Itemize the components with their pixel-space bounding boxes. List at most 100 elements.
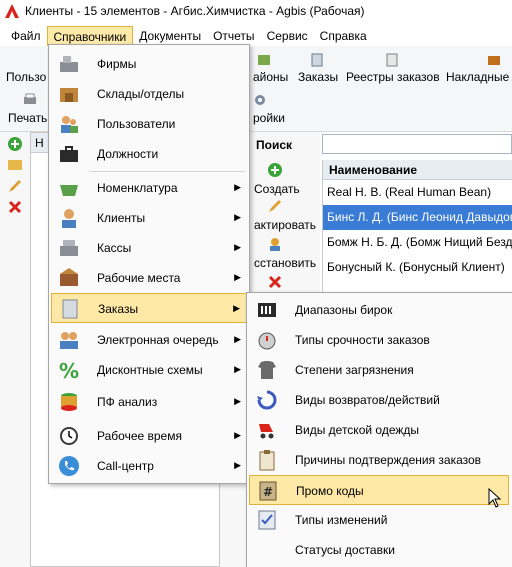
return-icon [257,390,277,410]
cash-register-icon [60,240,78,256]
table-row-selected[interactable]: Бинс Л. Д. (Бинс Леонид Давыдович) [323,205,512,230]
briefcase-icon [60,146,78,162]
districts-icon [258,55,270,65]
left-action-panel [0,132,30,567]
menu-item-nomenclature[interactable]: Номенклатура ▶ [51,173,247,203]
menu-item-warehouses[interactable]: Склады/отделы [51,79,247,109]
ribbon-districts[interactable]: айоны [253,70,288,84]
svg-text:#: # [263,485,273,499]
search-input[interactable] [322,134,512,154]
menu-bar: Файл Справочники Документы Отчеты Сервис… [0,26,512,46]
menu-item-clients[interactable]: Клиенты ▶ [51,203,247,233]
table-row[interactable]: Real H. B. (Real Human Bean) [323,180,512,205]
shirt-icon [258,361,276,379]
warehouse-icon [60,88,78,102]
submenu-arrow-icon: ▶ [234,460,241,470]
submenu-change-types[interactable]: Типы изменений [249,505,511,535]
add-icon[interactable] [7,136,23,152]
table-row[interactable]: Бомж Н. Б. Д. (Бомж Нищий Бездомный) [323,230,512,255]
submenu-tag-ranges[interactable]: Диапазоны бирок [249,295,511,325]
submenu-urgency-types[interactable]: Типы срочности заказов [249,325,511,355]
app-logo-icon [3,2,21,20]
edit-record-icon[interactable] [267,198,283,214]
menu-item-work-time[interactable]: Рабочее время ▶ [51,421,247,451]
restore-icon[interactable] [267,236,283,252]
clipboard-icon [259,450,275,471]
submenu-arrow-icon: ▶ [234,182,241,192]
edit-button[interactable]: актировать [254,218,316,232]
references-menu: Фирмы Склады/отделы Пользователи Должнос… [48,44,250,484]
basket-icon [60,185,78,196]
orders-icon [62,299,78,319]
firms-icon [60,56,78,72]
submenu-soiling-degrees[interactable]: Степени загрязнения [249,355,511,385]
mouse-cursor-icon [488,488,502,508]
menu-item-orders[interactable]: Заказы ▶ [51,293,247,323]
stroller-icon [259,424,274,439]
menu-item-call-center[interactable]: Call-центр ▶ [51,451,247,481]
window-title: Клиенты - 15 элементов - Агбис.Химчистка… [25,4,365,18]
ribbon-waybills[interactable]: Накладные [446,70,509,84]
client-icon [62,209,76,228]
menu-item-discount-schemes[interactable]: % Дисконтные схемы ▶ [51,355,247,385]
ribbon-settings[interactable]: ройки [253,111,285,125]
submenu-kids-clothing[interactable]: Виды детской одежды [249,415,511,445]
menu-reports[interactable]: Отчеты [207,26,260,46]
submenu-arrow-icon: ▶ [234,396,241,406]
users-icon [61,116,78,133]
restore-button[interactable]: сстановить [254,256,316,270]
promo-code-icon: # [259,481,277,501]
submenu-delivery-statuses[interactable]: Статусы доставки [249,535,511,565]
submenu-arrow-icon: ▶ [234,212,241,222]
menu-file[interactable]: Файл [5,26,47,46]
create-icon[interactable] [267,162,283,178]
menu-item-e-queue[interactable]: Электронная очередь ▶ [51,325,247,355]
orders-icon [311,53,323,67]
submenu-arrow-icon: ▶ [234,242,241,252]
order-registers-icon [386,53,398,67]
title-bar: Клиенты - 15 элементов - Агбис.Химчистка… [0,0,512,22]
menu-item-firms[interactable]: Фирмы [51,49,247,79]
ribbon-orders[interactable]: Заказы [298,70,338,84]
menu-item-cash-desks[interactable]: Кассы ▶ [51,233,247,263]
search-title: Поиск [256,138,293,152]
submenu-confirm-reasons[interactable]: Причины подтверждения заказов [249,445,511,475]
menu-item-workplaces[interactable]: Рабочие места ▶ [51,263,247,293]
ribbon-users[interactable]: Пользо [6,70,46,84]
submenu-arrow-icon: ▶ [233,303,240,313]
submenu-arrow-icon: ▶ [234,334,241,344]
workplace-icon [60,268,78,286]
delete-icon[interactable] [7,199,23,215]
remove-icon[interactable] [267,274,283,290]
menu-help[interactable]: Справка [314,26,373,46]
clock-icon [60,427,78,445]
print-icon [24,93,36,104]
edit-icon[interactable] [7,178,23,194]
submenu-arrow-icon: ▶ [234,272,241,282]
submenu-arrow-icon: ▶ [234,430,241,440]
menu-item-positions[interactable]: Должности [51,139,247,169]
ribbon-order-registers[interactable]: Реестры заказов [346,70,440,84]
create-button[interactable]: Создать [254,182,300,196]
ribbon-print[interactable]: Печать [8,111,47,125]
percent-icon: % [59,359,79,382]
queue-icon [60,332,78,349]
submenu-promo-codes[interactable]: # Промо коды [249,475,509,505]
submenu-return-types[interactable]: Виды возвратов/действий [249,385,511,415]
checklist-icon [258,510,276,530]
menu-service[interactable]: Сервис [261,26,314,46]
menu-item-pf-analysis[interactable]: ПФ анализ ▶ [51,387,247,417]
menu-references[interactable]: Справочники [46,26,134,46]
submenu-arrow-icon: ▶ [234,364,241,374]
tag-ranges-icon [258,303,276,317]
menu-separator [89,171,245,172]
phone-icon [59,456,79,476]
menu-documents[interactable]: Документы [133,26,207,46]
orders-submenu: Диапазоны бирок Типы срочности заказов С… [246,292,512,567]
menu-item-users[interactable]: Пользователи [51,109,247,139]
folder-icon[interactable] [7,156,23,172]
column-header-name[interactable]: Наименование [323,160,512,180]
table-row[interactable]: Бонусный К. (Бонусный Клиент) [323,255,512,280]
settings-icon [255,95,265,105]
waybills-icon [488,56,500,65]
